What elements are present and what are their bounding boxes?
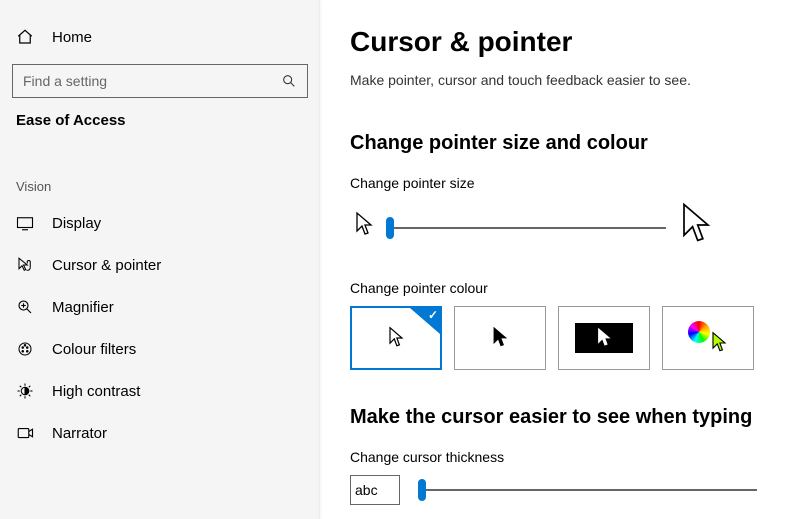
narrator-icon <box>16 424 34 442</box>
pointer-colour-black[interactable] <box>454 306 546 370</box>
nav-label: Cursor & pointer <box>52 257 161 274</box>
nav-label: Display <box>52 215 101 232</box>
cursor-white-icon <box>387 326 405 350</box>
section-typing: Make the cursor easier to see when typin… <box>350 406 757 429</box>
selected-tick-icon <box>410 308 440 334</box>
high-contrast-icon <box>16 382 34 400</box>
search-input-container[interactable] <box>12 64 308 98</box>
page-title: Cursor & pointer <box>350 26 757 58</box>
thickness-slider[interactable] <box>418 478 757 502</box>
pointer-colour-options <box>350 306 757 370</box>
sidebar-category: Ease of Access <box>0 98 320 129</box>
home-icon <box>16 28 34 46</box>
thickness-row: abc <box>350 475 757 505</box>
nav-label: Magnifier <box>52 299 114 316</box>
page-subtitle: Make pointer, cursor and touch feedback … <box>350 72 757 88</box>
thickness-label: Change cursor thickness <box>350 449 757 465</box>
pointer-colour-custom[interactable] <box>662 306 754 370</box>
sidebar-item-narrator[interactable]: Narrator <box>0 412 320 454</box>
slider-thumb[interactable] <box>386 217 394 239</box>
sidebar-home-label: Home <box>52 29 92 46</box>
pointer-colour-label: Change pointer colour <box>350 280 757 296</box>
sidebar-group-vision: Vision <box>0 129 320 202</box>
pointer-size-label: Change pointer size <box>350 175 757 191</box>
cursor-custom-icon <box>710 331 728 355</box>
sidebar-item-cursor-pointer[interactable]: Cursor & pointer <box>0 244 320 286</box>
sidebar: Home Ease of Access Vision Display Curso… <box>0 0 320 519</box>
colour-filters-icon <box>16 340 34 358</box>
search-icon <box>281 73 297 89</box>
search-input[interactable] <box>23 73 281 89</box>
sidebar-item-colour-filters[interactable]: Colour filters <box>0 328 320 370</box>
sidebar-home[interactable]: Home <box>0 28 320 46</box>
section-size-colour: Change pointer size and colour <box>350 132 757 155</box>
magnifier-icon <box>16 298 34 316</box>
pointer-size-slider[interactable] <box>386 216 666 240</box>
thickness-preview: abc <box>350 475 400 505</box>
nav-label: Narrator <box>52 425 107 442</box>
slider-thumb[interactable] <box>418 479 426 501</box>
cursor-black-icon <box>491 326 509 350</box>
thickness-preview-text: abc <box>355 482 378 498</box>
cursor-pointer-icon <box>16 256 34 274</box>
slider-track <box>418 489 757 491</box>
nav-label: Colour filters <box>52 341 136 358</box>
main-content: Cursor & pointer Make pointer, cursor an… <box>320 0 787 519</box>
nav-label: High contrast <box>52 383 140 400</box>
sidebar-item-display[interactable]: Display <box>0 202 320 244</box>
small-pointer-icon <box>354 211 374 244</box>
sidebar-item-magnifier[interactable]: Magnifier <box>0 286 320 328</box>
pointer-colour-inverted[interactable] <box>558 306 650 370</box>
slider-track <box>386 227 666 229</box>
pointer-size-row <box>350 201 757 254</box>
inverted-background <box>575 323 633 353</box>
big-pointer-icon <box>678 201 714 254</box>
colour-wheel-icon <box>688 321 710 343</box>
sidebar-item-high-contrast[interactable]: High contrast <box>0 370 320 412</box>
display-icon <box>16 214 34 232</box>
pointer-colour-white[interactable] <box>350 306 442 370</box>
cursor-inverted-icon <box>596 327 612 349</box>
